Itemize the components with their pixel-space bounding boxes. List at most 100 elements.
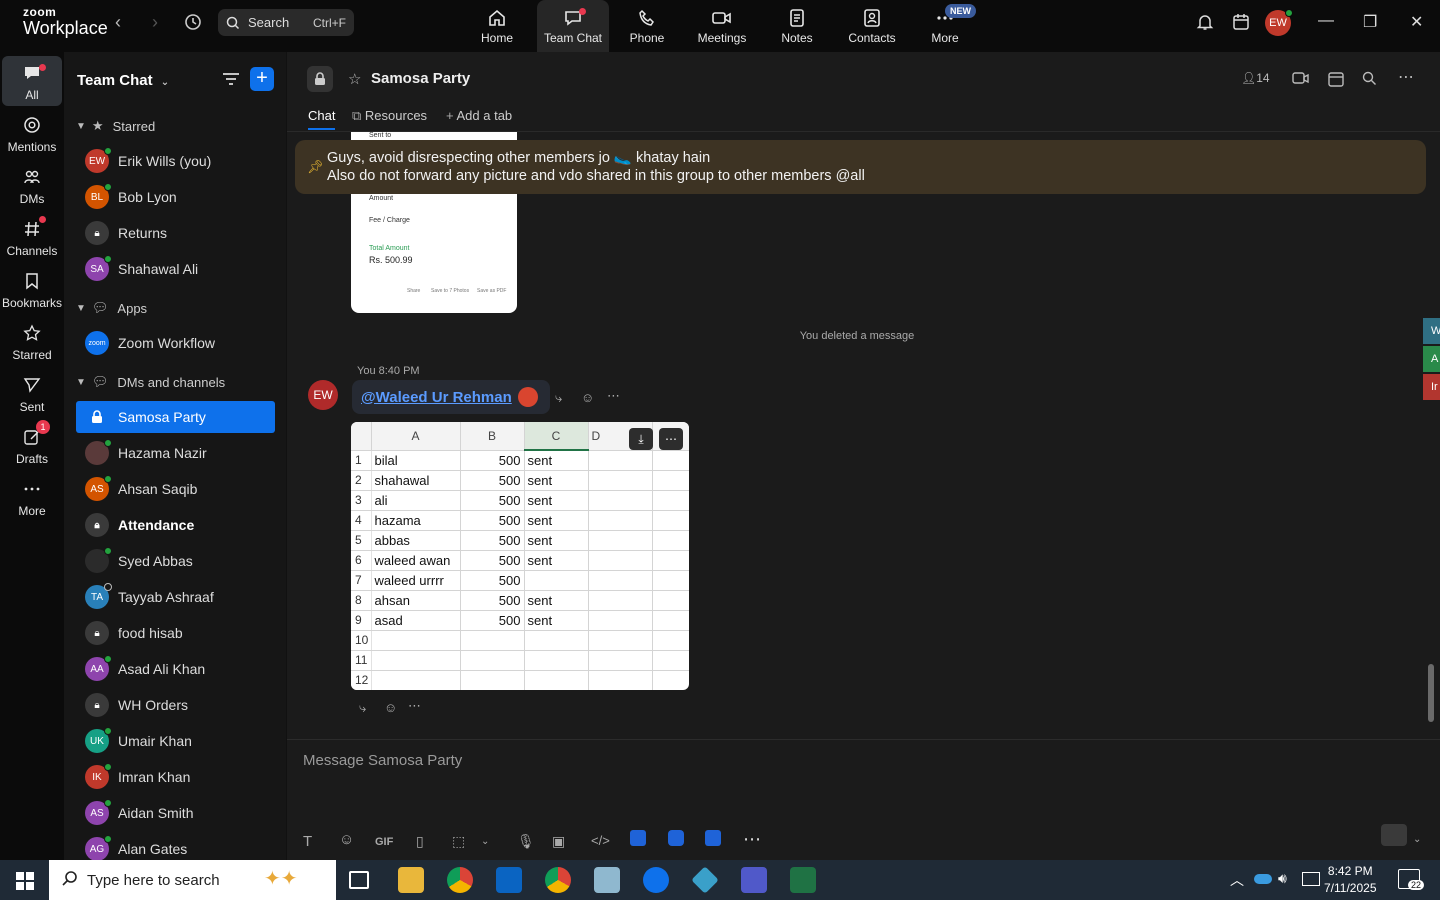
gif-button[interactable]: GIF [375,836,393,848]
sidebar-item-bob-lyon[interactable]: BL Bob Lyon [76,181,275,213]
zoom-taskbar-icon[interactable] [643,867,669,893]
emoji-icon[interactable]: ☺ [339,831,354,848]
back-arrow-icon[interactable]: ‹ [115,12,121,33]
nav-notes[interactable]: Notes [761,0,833,52]
section-apps[interactable]: ▼ 💬︎ Apps [76,292,275,324]
calendar-app-icon[interactable] [1231,12,1251,35]
outlook-icon[interactable] [496,867,522,893]
tab-add[interactable]: + Add a tab [446,108,512,123]
message-composer[interactable]: Message Samosa Party T ☺ GIF ▯ ⬚ ⌄ 🎙︎ ▣ … [287,739,1440,860]
pinned-message[interactable]: 📌︎ Guys, avoid disrespecting other membe… [295,140,1426,194]
history-icon[interactable] [183,12,203,35]
sidebar-item-syed-abbas[interactable]: Syed Abbas [76,545,275,577]
nav-contacts[interactable]: Contacts [836,0,908,52]
star-icon[interactable]: ☆ [348,70,361,88]
calendar-icon[interactable] [1328,71,1344,90]
tray-chevron-up-icon[interactable]: ︿ [1230,870,1244,890]
section-starred[interactable]: ▼ ★ Starred [76,110,275,142]
sidebar-item-erik-wills[interactable]: EW Erik Wills (you) [76,145,275,177]
rail-drafts[interactable]: 1 Drafts [2,420,62,470]
user-avatar[interactable]: EW [1265,9,1293,36]
whiteboard-app-icon[interactable] [705,830,721,846]
section-dms[interactable]: ▼ 💬︎ DMs and channels [76,366,275,398]
forward-arrow-icon[interactable]: › [152,12,158,33]
text-format-icon[interactable]: T [303,833,312,850]
sidebar-item-samosa-party[interactable]: Samosa Party [76,401,275,433]
spreadsheet-image[interactable]: A B C D E 1bilal500sent2shahawal500sent3… [351,422,689,690]
network-icon[interactable] [1302,872,1320,886]
sidebar-item-imran-khan[interactable]: IK Imran Khan [76,761,275,793]
search-icon[interactable] [1362,71,1377,89]
video-call-icon[interactable] [1292,71,1310,88]
nav-meetings[interactable]: Meetings [686,0,758,52]
bell-icon[interactable] [1195,12,1215,35]
windows-start-icon[interactable] [16,872,34,893]
rail-all[interactable]: All [2,56,62,106]
excel-icon[interactable] [790,867,816,893]
file-icon[interactable]: ▯ [416,833,424,850]
file-explorer-icon[interactable] [398,867,424,893]
teams-icon[interactable] [741,867,767,893]
screenshot-icon[interactable]: ⬚ [452,833,465,850]
onedrive-icon[interactable] [1254,874,1272,884]
sidebar-item-asad-ali-khan[interactable]: AA Asad Ali Khan [76,653,275,685]
sidebar-item-wh-orders[interactable]: 🔒︎ WH Orders [76,689,275,721]
rail-starred[interactable]: Starred [2,316,62,366]
image-more-icon[interactable]: ⋯ [659,428,683,450]
sidebar-item-umair-khan[interactable]: UK Umair Khan [76,725,275,757]
sidebar-item-hazama-nazir[interactable]: Hazama Nazir [76,437,275,469]
sidebar-item-ahsan-saqib[interactable]: AS Ahsan Saqib [76,473,275,505]
more-options-icon[interactable]: ⋯ [1398,67,1414,87]
chrome-profile-icon[interactable] [545,867,571,893]
sidebar-item-food-hisab[interactable]: 🔒︎ food hisab [76,617,275,649]
app-icon-2[interactable] [691,866,719,894]
sidebar-item-attendance[interactable]: 🔒︎ Attendance [76,509,275,541]
message-input[interactable]: Message Samosa Party [303,752,462,769]
sidebar-item-aidan-smith[interactable]: AS Aidan Smith [76,797,275,829]
reply-icon[interactable]: ⤷ [359,700,366,716]
chevron-down-icon[interactable]: ⌄ [1413,834,1421,845]
sidebar-title[interactable]: Team Chat ⌄ [77,72,169,89]
add-reaction-icon[interactable]: ☺ [581,390,594,405]
chevron-down-icon[interactable]: ⌄ [481,836,489,847]
edge-tab-1[interactable]: W [1423,318,1440,344]
docs-app-icon[interactable] [630,830,646,846]
sidebar-item-returns[interactable]: 🔒︎ Returns [76,217,275,249]
new-chat-button[interactable]: + [250,67,274,91]
app-icon[interactable] [594,867,620,893]
rail-channels[interactable]: Channels [2,212,62,262]
rail-more[interactable]: More [2,472,62,522]
more-apps-icon[interactable]: ⋯ [743,829,761,850]
sidebar-item-shahawal-ali[interactable]: SA Shahawal Ali [76,253,275,285]
nav-phone[interactable]: Phone [611,0,683,52]
send-button[interactable] [1381,824,1407,846]
tab-resources[interactable]: ⧉ Resources [352,108,427,124]
sidebar-item-tayyab-ashraaf[interactable]: TA Tayyab Ashraaf [76,581,275,613]
rail-bookmarks[interactable]: Bookmarks [2,264,62,314]
volume-icon[interactable]: 🔊︎ [1278,870,1287,887]
rail-dms[interactable]: DMs [2,160,62,210]
nav-team-chat[interactable]: Team Chat [537,0,609,52]
nav-more[interactable]: NEW More [909,0,981,52]
search-box[interactable]: Search Ctrl+F [218,9,354,36]
video-message-icon[interactable]: ▣ [552,833,565,850]
microphone-icon[interactable]: 🎙︎ [517,833,535,850]
rail-sent[interactable]: Sent [2,368,62,418]
download-icon[interactable]: ⤓ [629,428,653,450]
mention-link[interactable]: @Waleed Ur Rehman [361,389,512,406]
message-more-icon[interactable]: ⋯ [607,388,620,404]
avatar[interactable]: EW [308,380,338,410]
chrome-icon[interactable] [447,867,473,893]
zoom-app-icon[interactable] [668,830,684,846]
maximize-icon[interactable]: ❐ [1363,12,1377,32]
channel-title[interactable]: Samosa Party [371,70,470,87]
tab-chat[interactable]: Chat [308,108,336,130]
edge-tab-2[interactable]: A [1423,346,1440,372]
task-view-icon[interactable] [349,871,369,889]
rail-mentions[interactable]: Mentions [2,108,62,158]
add-reaction-icon[interactable]: ☺ [384,700,397,715]
message-bubble[interactable]: @Waleed Ur Rehman [352,380,550,414]
taskbar-clock[interactable]: 8:42 PM 7/11/2025 [1324,863,1377,897]
nav-home[interactable]: Home [461,0,533,52]
edge-tab-3[interactable]: Ir [1423,374,1440,400]
